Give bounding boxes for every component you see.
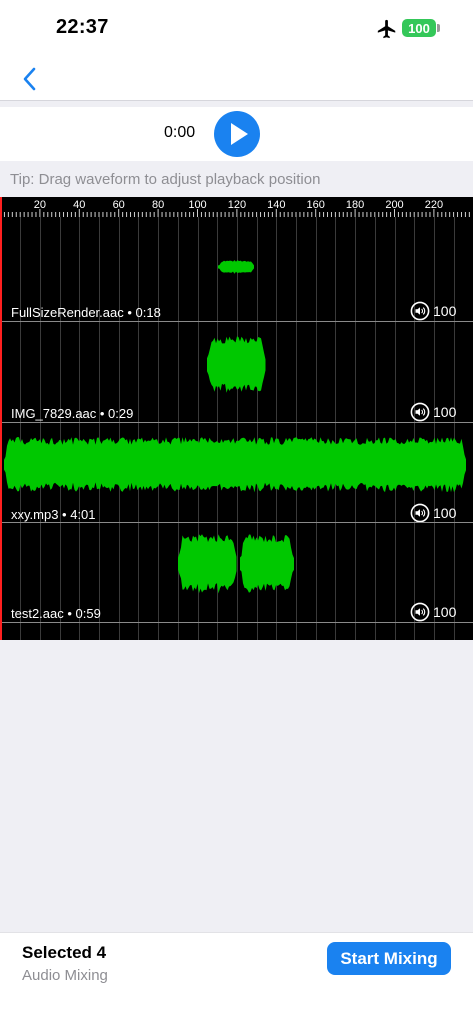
track-name: FullSizeRender.aac • 0:18 bbox=[11, 305, 161, 320]
battery-tip bbox=[437, 24, 440, 32]
track-volume-value: 100 bbox=[433, 303, 457, 319]
waveform-shape bbox=[240, 534, 294, 593]
waveform-shape bbox=[178, 534, 237, 594]
track-volume-button[interactable]: 100 bbox=[410, 602, 456, 622]
waveform-shape bbox=[218, 260, 254, 274]
waveform-shape bbox=[4, 437, 466, 493]
player-bar: 0:00 bbox=[0, 107, 473, 161]
tip-text: Tip: Drag waveform to adjust playback po… bbox=[10, 171, 321, 188]
ruler-label: 160 bbox=[306, 199, 325, 211]
track-volume-button[interactable]: 100 bbox=[410, 301, 456, 321]
play-button[interactable] bbox=[214, 111, 260, 157]
playhead[interactable] bbox=[0, 197, 2, 640]
track-volume-value: 100 bbox=[433, 404, 457, 420]
back-chevron-icon[interactable] bbox=[18, 64, 42, 94]
start-mixing-button[interactable]: Start Mixing bbox=[327, 942, 451, 975]
track-volume-value: 100 bbox=[433, 604, 457, 620]
track-name: test2.aac • 0:59 bbox=[11, 606, 101, 621]
ruler-label: 80 bbox=[151, 199, 165, 211]
airplane-icon bbox=[376, 18, 398, 40]
track-volume-button[interactable]: 100 bbox=[410, 402, 456, 422]
track-volume-button[interactable]: 100 bbox=[410, 503, 456, 523]
ruler-label: 120 bbox=[227, 199, 247, 211]
track-name: xxy.mp3 • 4:01 bbox=[11, 507, 96, 522]
ruler-label: 180 bbox=[345, 199, 365, 211]
ruler-label: 40 bbox=[73, 199, 86, 211]
track-item[interactable]: IMG_7829.aac • 0:29 100 bbox=[0, 322, 473, 423]
mode-subtitle: Audio Mixing bbox=[22, 967, 108, 984]
speaker-icon bbox=[410, 602, 430, 622]
selected-count: Selected 4 bbox=[22, 943, 107, 962]
track-item[interactable]: xxy.mp3 • 4:01 100 bbox=[0, 423, 473, 523]
ruler-label: 200 bbox=[385, 199, 404, 211]
ruler-label: 20 bbox=[33, 199, 47, 211]
speaker-icon bbox=[410, 503, 430, 523]
navigation-bar bbox=[0, 58, 473, 101]
track-item[interactable]: test2.aac • 0:59 100 bbox=[0, 523, 473, 623]
speaker-icon bbox=[410, 402, 430, 422]
play-icon bbox=[231, 123, 248, 145]
waveform-shape bbox=[207, 336, 266, 393]
bottom-bar: Selected 4 Audio Mixing Start Mixing bbox=[0, 932, 473, 1024]
battery-indicator: 100 bbox=[402, 19, 436, 37]
speaker-icon bbox=[410, 301, 430, 321]
ruler-label: 60 bbox=[112, 199, 125, 211]
track-name: IMG_7829.aac • 0:29 bbox=[11, 406, 134, 421]
waveform-editor[interactable]: FullSizeRender.aac • 0:18 100 IMG_7829.a… bbox=[0, 197, 473, 640]
status-time: 22:37 bbox=[56, 16, 109, 38]
playback-time: 0:00 bbox=[164, 124, 196, 141]
status-bar: 22:37 100 bbox=[0, 0, 473, 58]
track-volume-value: 100 bbox=[433, 505, 457, 521]
ruler-label: 100 bbox=[188, 199, 207, 211]
track-divider bbox=[0, 622, 473, 623]
ruler-label: 140 bbox=[267, 199, 286, 211]
track-item[interactable]: FullSizeRender.aac • 0:18 100 bbox=[0, 217, 473, 322]
ruler-label: 220 bbox=[424, 199, 444, 211]
